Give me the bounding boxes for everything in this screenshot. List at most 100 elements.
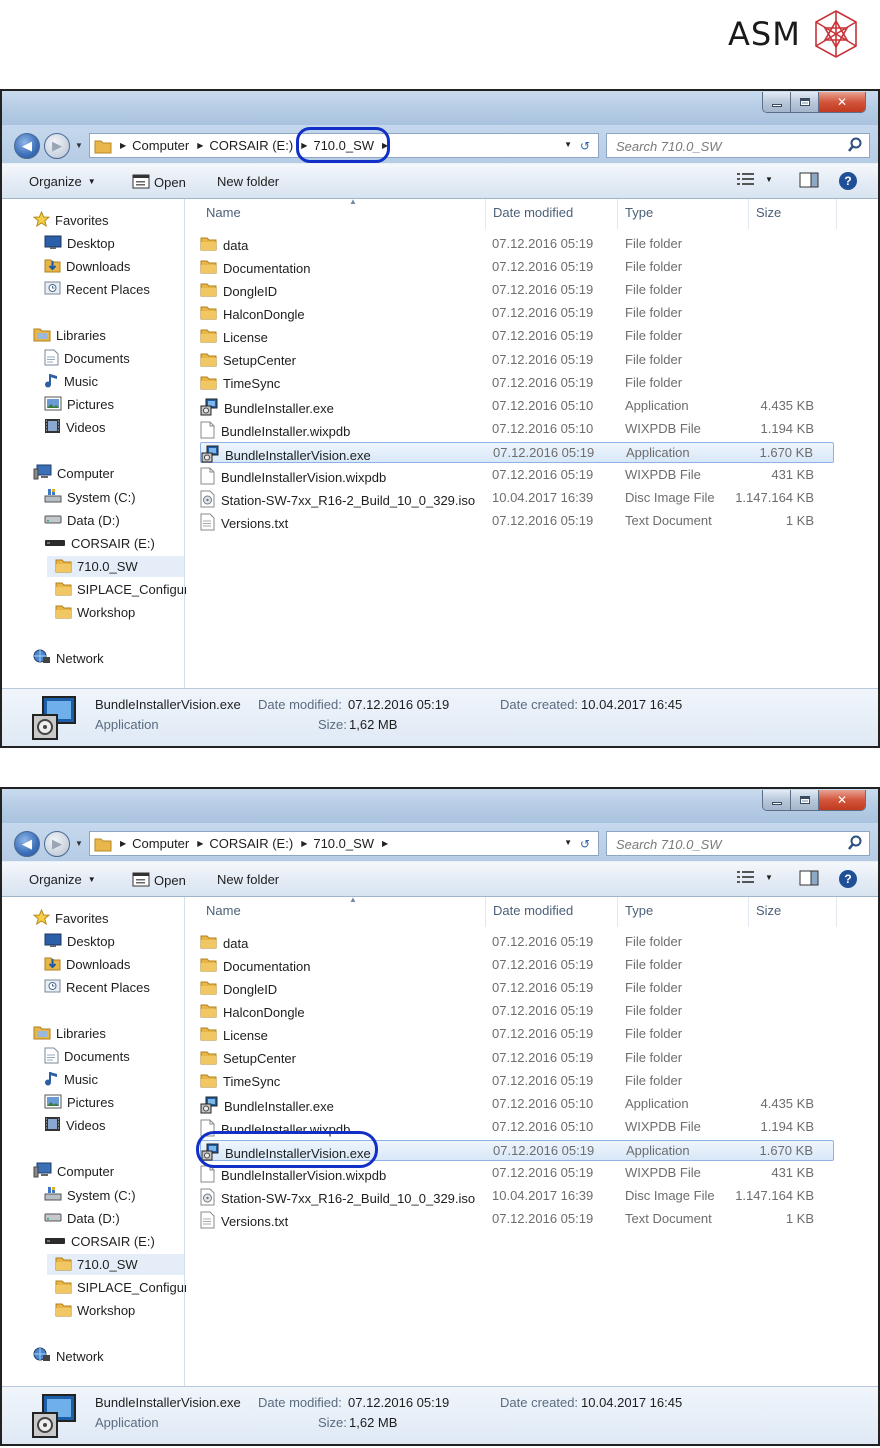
- file-row[interactable]: Versions.txt 07.12.2016 05:19 Text Documen…: [200, 1209, 834, 1230]
- address-bar[interactable]: ▶ Computer ▶ CORSAIR (E:) ▶ 710.0_SW ▶ ▼: [89, 133, 599, 158]
- breadcrumb-710[interactable]: ▶ 710.0_SW: [301, 836, 374, 851]
- nav-item-documents[interactable]: Documents: [44, 348, 130, 369]
- nav-item-videos[interactable]: Videos: [44, 417, 106, 438]
- file-row[interactable]: BundleInstaller.wixpdb 07.12.2016 05:10 WI…: [200, 419, 834, 440]
- preview-pane-button[interactable]: [799, 172, 819, 188]
- nav-item-data[interactable]: Data (D:): [44, 1208, 120, 1229]
- breadcrumb-computer[interactable]: ▶ Computer: [120, 138, 189, 153]
- open-button[interactable]: Open: [132, 872, 186, 888]
- search-icon[interactable]: [847, 137, 863, 153]
- file-row[interactable]: BundleInstallerVision.exe 07.12.2016 05:1…: [200, 441, 834, 463]
- nav-item-favorites[interactable]: Favorites: [32, 908, 108, 929]
- nav-item-siplace[interactable]: SIPLACE_Configur: [55, 1277, 188, 1298]
- nav-item-music[interactable]: Music: [44, 1069, 98, 1090]
- file-row[interactable]: DongleID 07.12.2016 05:19 File folder: [200, 280, 834, 301]
- nav-item-libraries[interactable]: Libraries: [33, 325, 106, 346]
- close-button[interactable]: ✕: [819, 790, 865, 810]
- column-header-date[interactable]: Date modified: [486, 897, 618, 927]
- nav-item-libraries[interactable]: Libraries: [33, 1023, 106, 1044]
- nav-item-workshop[interactable]: Workshop: [55, 1300, 135, 1321]
- forward-button[interactable]: ▶: [44, 831, 70, 857]
- organize-button[interactable]: Organize ▼: [29, 174, 96, 189]
- search-input[interactable]: Search 710.0_SW: [606, 133, 870, 158]
- title-bar[interactable]: ✕: [2, 789, 878, 823]
- column-header-date[interactable]: Date modified: [486, 199, 618, 229]
- file-row[interactable]: BundleInstallerVision.wixpdb 07.12.2016 0…: [200, 465, 834, 486]
- column-header-name[interactable]: Name ▲: [199, 895, 486, 927]
- address-history-dropdown[interactable]: ▼: [564, 838, 572, 847]
- file-row[interactable]: License 07.12.2016 05:19 File folder: [200, 1024, 834, 1045]
- file-row[interactable]: HalconDongle 07.12.2016 05:19 File folder: [200, 1001, 834, 1022]
- help-button[interactable]: ?: [839, 870, 857, 888]
- breadcrumb-subfolder-menu[interactable]: ▶: [382, 141, 394, 150]
- nav-item-corsair[interactable]: CORSAIR (E:): [44, 1231, 155, 1252]
- nav-item-data[interactable]: Data (D:): [44, 510, 120, 531]
- back-button[interactable]: ◀: [14, 133, 40, 159]
- breadcrumb-corsair[interactable]: ▶ CORSAIR (E:): [197, 138, 293, 153]
- file-row[interactable]: HalconDongle 07.12.2016 05:19 File folder: [200, 303, 834, 324]
- close-button[interactable]: ✕: [819, 92, 865, 112]
- nav-item-desktop[interactable]: Desktop: [44, 931, 115, 952]
- nav-item-desktop[interactable]: Desktop: [44, 233, 115, 254]
- file-row[interactable]: data 07.12.2016 05:19 File folder: [200, 234, 834, 255]
- column-header-size[interactable]: Size: [749, 199, 837, 229]
- nav-item-pictures[interactable]: Pictures: [44, 394, 114, 415]
- file-row[interactable]: SetupCenter 07.12.2016 05:19 File folder: [200, 350, 834, 371]
- recent-pages-dropdown[interactable]: ▼: [75, 141, 83, 150]
- nav-item-network[interactable]: Network: [33, 1346, 104, 1367]
- file-row[interactable]: Station-SW-7xx_R16-2_Build_10_0_329.iso 1…: [200, 1186, 834, 1207]
- file-row[interactable]: TimeSync 07.12.2016 05:19 File folder: [200, 1071, 834, 1092]
- back-button[interactable]: ◀: [14, 831, 40, 857]
- file-row[interactable]: Versions.txt 07.12.2016 05:19 Text Documen…: [200, 511, 834, 532]
- view-options-button[interactable]: ▼: [737, 870, 773, 884]
- breadcrumb-subfolder-menu[interactable]: ▶: [382, 839, 394, 848]
- breadcrumb-computer[interactable]: ▶ Computer: [120, 836, 189, 851]
- nav-item-documents[interactable]: Documents: [44, 1046, 130, 1067]
- column-header-type[interactable]: Type: [618, 897, 749, 927]
- recent-pages-dropdown[interactable]: ▼: [75, 839, 83, 848]
- preview-pane-button[interactable]: [799, 870, 819, 886]
- file-row[interactable]: BundleInstaller.wixpdb 07.12.2016 05:10 WI…: [200, 1117, 834, 1138]
- new-folder-button[interactable]: New folder: [217, 174, 279, 189]
- nav-item-music[interactable]: Music: [44, 371, 98, 392]
- nav-item-corsair[interactable]: CORSAIR (E:): [44, 533, 155, 554]
- file-row[interactable]: TimeSync 07.12.2016 05:19 File folder: [200, 373, 834, 394]
- breadcrumb-corsair[interactable]: ▶ CORSAIR (E:): [197, 836, 293, 851]
- maximize-button[interactable]: [791, 790, 819, 810]
- nav-item-downloads[interactable]: Downloads: [44, 954, 130, 975]
- file-row[interactable]: BundleInstaller.exe 07.12.2016 05:10 Appli…: [200, 1094, 834, 1115]
- refresh-button[interactable]: ↺: [572, 831, 599, 856]
- minimize-button[interactable]: [763, 790, 791, 810]
- nav-item-f710[interactable]: 710.0_SW: [47, 556, 184, 577]
- nav-item-computer[interactable]: Computer: [33, 1161, 114, 1182]
- nav-item-computer[interactable]: Computer: [33, 463, 114, 484]
- search-input[interactable]: Search 710.0_SW: [606, 831, 870, 856]
- file-row[interactable]: BundleInstallerVision.wixpdb 07.12.2016 0…: [200, 1163, 834, 1184]
- nav-item-f710[interactable]: 710.0_SW: [47, 1254, 184, 1275]
- forward-button[interactable]: ▶: [44, 133, 70, 159]
- file-row[interactable]: data 07.12.2016 05:19 File folder: [200, 932, 834, 953]
- nav-item-recent[interactable]: Recent Places: [44, 279, 150, 300]
- column-header-size[interactable]: Size: [749, 897, 837, 927]
- nav-item-recent[interactable]: Recent Places: [44, 977, 150, 998]
- column-header-type[interactable]: Type: [618, 199, 749, 229]
- nav-item-system[interactable]: System (C:): [44, 1185, 136, 1206]
- organize-button[interactable]: Organize ▼: [29, 872, 96, 887]
- file-row[interactable]: BundleInstaller.exe 07.12.2016 05:10 Appli…: [200, 396, 834, 417]
- file-row[interactable]: Station-SW-7xx_R16-2_Build_10_0_329.iso 1…: [200, 488, 834, 509]
- help-button[interactable]: ?: [839, 172, 857, 190]
- column-header-name[interactable]: Name ▲: [199, 197, 486, 229]
- refresh-button[interactable]: ↺: [572, 133, 599, 158]
- nav-item-favorites[interactable]: Favorites: [32, 210, 108, 231]
- open-button[interactable]: Open: [132, 174, 186, 190]
- nav-item-siplace[interactable]: SIPLACE_Configur: [55, 579, 188, 600]
- nav-item-pictures[interactable]: Pictures: [44, 1092, 114, 1113]
- nav-item-workshop[interactable]: Workshop: [55, 602, 135, 623]
- minimize-button[interactable]: [763, 92, 791, 112]
- file-row[interactable]: Documentation 07.12.2016 05:19 File folder: [200, 257, 834, 278]
- maximize-button[interactable]: [791, 92, 819, 112]
- address-history-dropdown[interactable]: ▼: [564, 140, 572, 149]
- file-row[interactable]: SetupCenter 07.12.2016 05:19 File folder: [200, 1048, 834, 1069]
- new-folder-button[interactable]: New folder: [217, 872, 279, 887]
- nav-item-network[interactable]: Network: [33, 648, 104, 669]
